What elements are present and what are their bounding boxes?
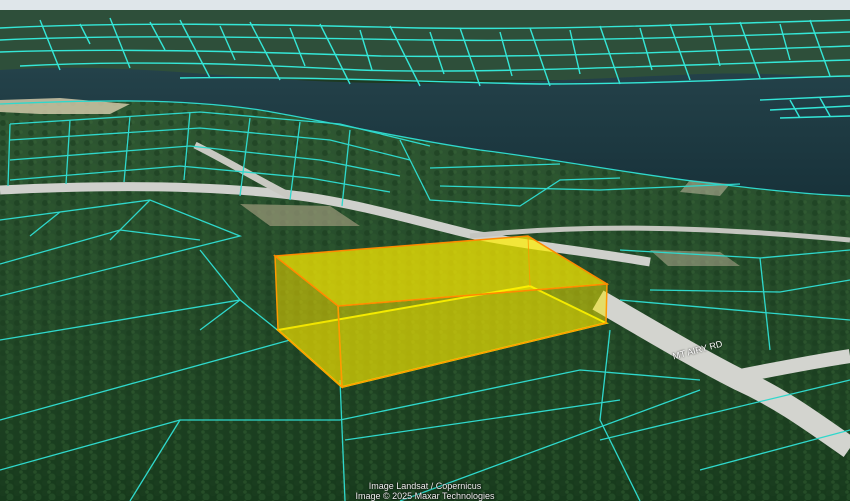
map-scene[interactable] bbox=[0, 0, 850, 501]
map-viewport[interactable]: MT AIRY RD Image Landsat / Copernicus Im… bbox=[0, 0, 850, 501]
imagery-attribution: Image Landsat / Copernicus bbox=[368, 481, 482, 491]
imagery-copyright: Image © 2025 Maxar Technologies bbox=[355, 491, 495, 501]
